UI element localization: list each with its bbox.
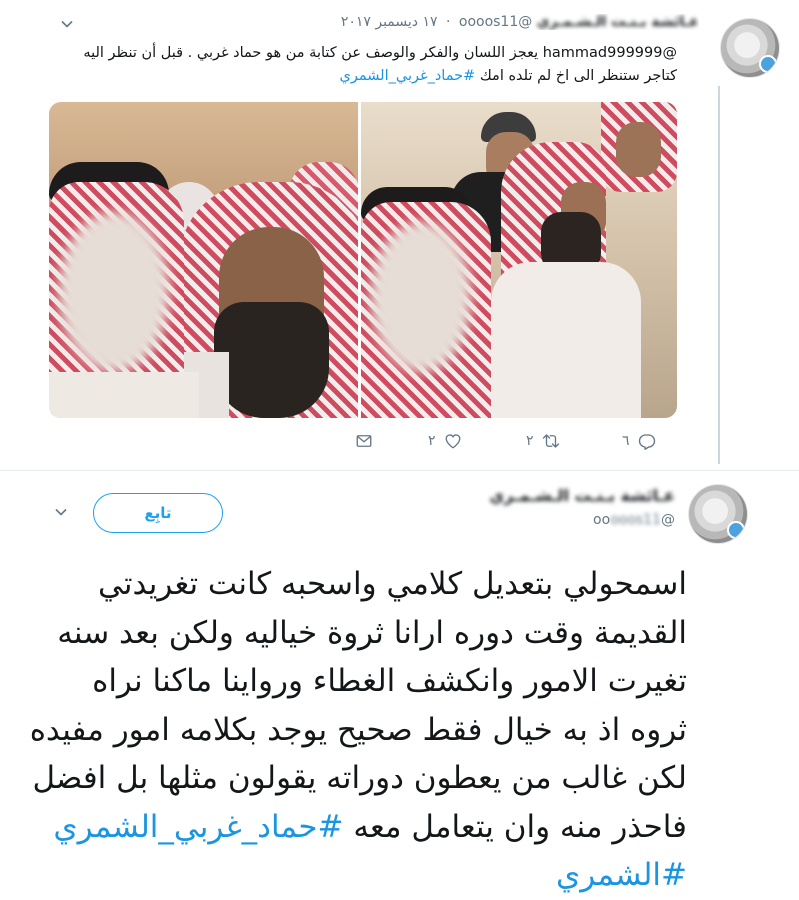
thread-connector-line [718, 86, 720, 464]
author-name[interactable]: عـائشة بـنـت الـشـمـري [537, 14, 699, 30]
heart-icon [445, 434, 460, 449]
reply-count: ٦ [622, 433, 630, 449]
direct-message-button[interactable] [355, 432, 373, 450]
thobe-shape [491, 262, 641, 418]
blurred-face [59, 212, 169, 372]
tweet-timestamp[interactable]: ١٧ ديسمبر ٢٠١٧ [341, 14, 438, 30]
author-handle[interactable]: @ooooos11 [475, 512, 675, 528]
author-handle-blurred: ooos11 [610, 512, 661, 528]
chevron-down-icon[interactable] [56, 16, 78, 38]
face-shape [616, 122, 661, 177]
hashtag-link[interactable]: #حماد_غربي_الشمري [340, 68, 476, 84]
avatar[interactable] [688, 484, 748, 544]
reply-tweet-header: عـائشة بـنـت الـشـمـري @oooos11 · ١٧ ديس… [179, 14, 699, 30]
blurred-face [371, 222, 471, 372]
reply-tweet-text: @hammad999999 يعجز اللسان والفكر والوصف … [57, 42, 677, 88]
tweet-media [49, 102, 677, 418]
beard-shape [214, 302, 329, 418]
tweet-photo[interactable] [361, 102, 677, 418]
mention-link[interactable]: @hammad999999 [543, 45, 677, 61]
divider [0, 470, 799, 471]
avatar[interactable] [720, 18, 780, 78]
reply-icon [638, 434, 655, 450]
main-tweet-text: اسمحولي بتعديل كلامي واسحبه كانت تغريدتي… [27, 560, 687, 900]
like-count: ٢ [428, 433, 436, 449]
tweet-photo[interactable] [49, 102, 358, 418]
envelope-icon [356, 435, 372, 447]
like-button[interactable]: ٢ [428, 432, 462, 450]
retweet-count: ٢ [526, 433, 534, 449]
reply-button[interactable]: ٦ [622, 432, 656, 450]
separator-dot: · [445, 14, 451, 30]
hashtag-link[interactable]: #الشمري [556, 857, 687, 893]
retweet-icon [542, 434, 559, 448]
author-handle[interactable]: @oooos11 [459, 14, 532, 30]
follow-button[interactable]: تابِع [93, 493, 223, 533]
chevron-down-icon[interactable] [50, 504, 72, 526]
main-tweet-body: اسمحولي بتعديل كلامي واسحبه كانت تغريدتي… [29, 566, 687, 845]
author-name[interactable]: عـائشة بـنـت الـشـمـري [415, 486, 675, 505]
retweet-button[interactable]: ٢ [526, 432, 560, 450]
thobe-shape [49, 372, 199, 418]
hashtag-link[interactable]: #حماد_غربي_الشمري [53, 809, 343, 845]
